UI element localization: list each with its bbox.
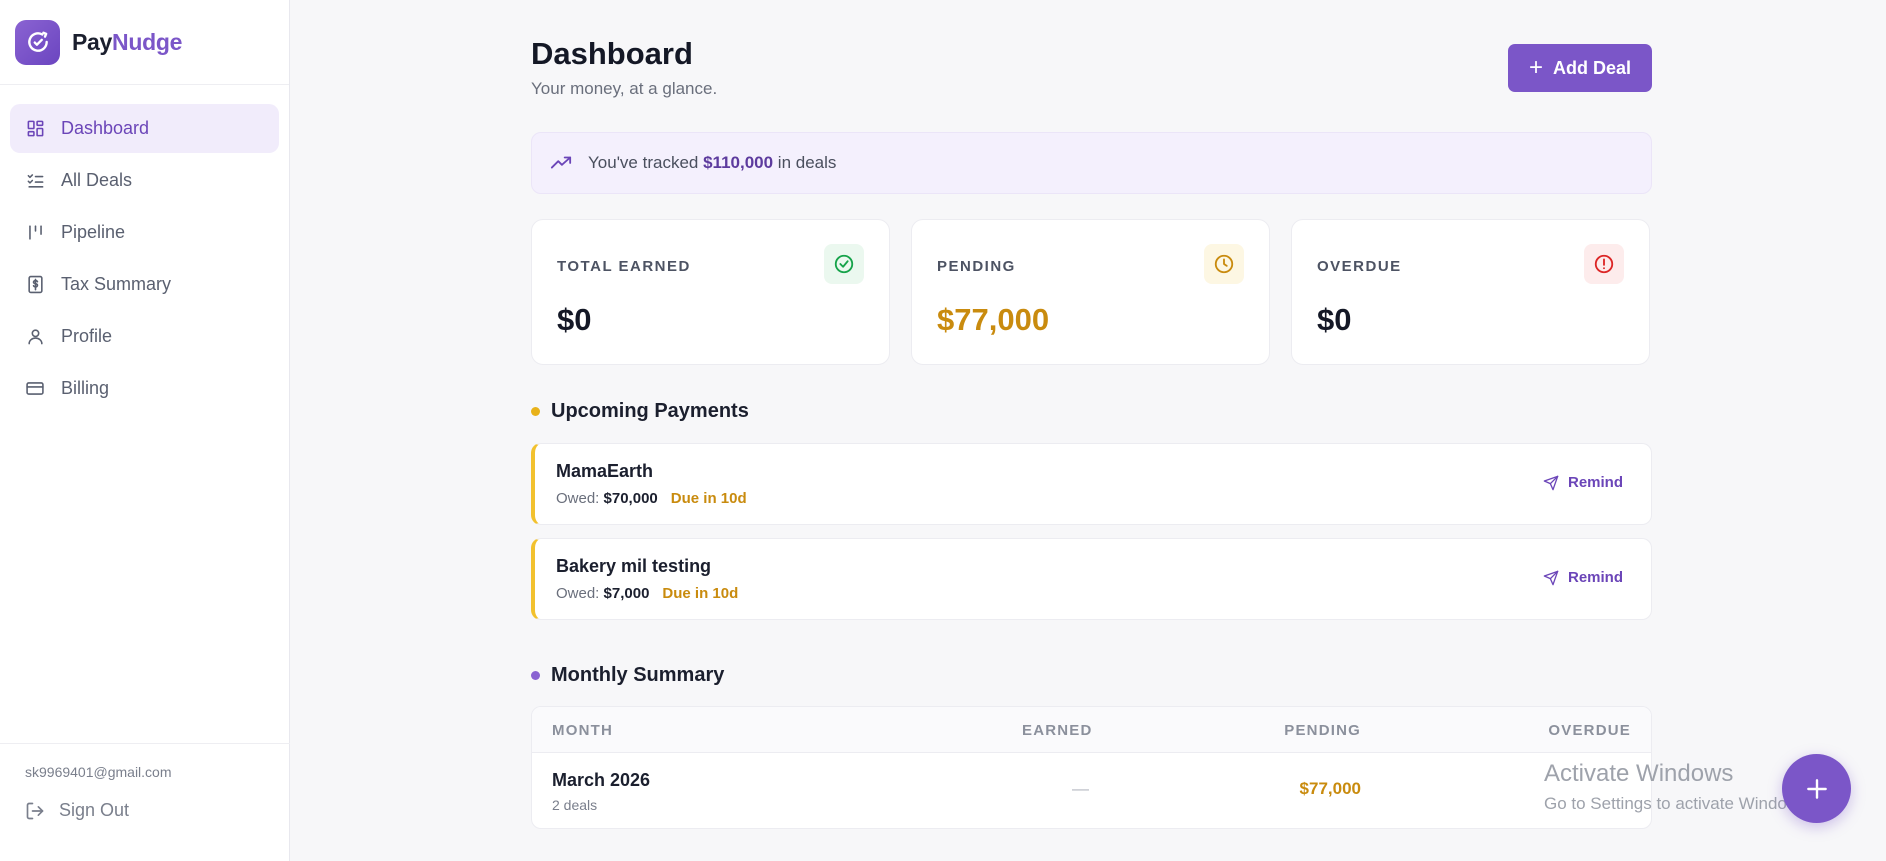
column-header-pending: PENDING (1284, 722, 1361, 739)
sidebar-item-tax-summary[interactable]: Tax Summary (10, 260, 279, 309)
remind-label: Remind (1567, 474, 1623, 491)
add-deal-label: Add Deal (1553, 57, 1632, 78)
stats-row: TOTAL EARNED $0 PENDING $77,000 OVERDUE … (531, 219, 1652, 365)
brand-name: PayNudge (72, 29, 182, 56)
payment-meta: Owed: $7,000 Due in 10d (556, 585, 738, 602)
sign-out-label: Sign Out (59, 800, 130, 820)
stat-card-overdue: OVERDUE $0 (1291, 219, 1650, 365)
log-out-icon (25, 801, 45, 821)
stat-label: TOTAL EARNED (557, 258, 691, 275)
monthly-summary-table: MONTH EARNED PENDING OVERDUE March 2026 … (531, 706, 1652, 829)
sidebar: PayNudge Dashboard All Deals Pipeline Ta… (0, 0, 290, 861)
add-deal-button[interactable]: + Add Deal (1508, 44, 1652, 92)
owed-label: Owed: (556, 490, 604, 507)
send-icon (1543, 570, 1559, 586)
sidebar-item-profile[interactable]: Profile (10, 312, 279, 361)
watermark-subtitle: Go to Settings to activate Windows. (1544, 794, 1813, 813)
row-month: March 2026 (552, 770, 651, 790)
stat-value: $0 (557, 302, 592, 337)
remind-button[interactable]: Remind (1543, 474, 1623, 491)
section-title-text: Upcoming Payments (551, 400, 749, 422)
stat-value: $0 (1317, 302, 1352, 337)
sidebar-nav: Dashboard All Deals Pipeline Tax Summary… (0, 85, 289, 413)
table-header: MONTH EARNED PENDING OVERDUE (532, 707, 1651, 753)
column-header-earned: EARNED (1022, 722, 1093, 739)
payment-name: Bakery mil testing (556, 556, 712, 576)
remind-button[interactable]: Remind (1543, 569, 1623, 586)
stat-card-pending: PENDING $77,000 (911, 219, 1270, 365)
sidebar-item-label: Profile (61, 326, 113, 346)
list-check-icon (25, 171, 45, 191)
column-header-overdue: OVERDUE (1548, 722, 1631, 739)
tracked-suffix: in deals (773, 153, 837, 172)
row-deal-count: 2 deals (552, 797, 598, 813)
floating-add-button[interactable] (1782, 754, 1851, 823)
table-row[interactable]: March 2026 2 deals — $77,000 (532, 753, 1651, 828)
payment-card: MamaEarth Owed: $70,000 Due in 10d Remind (531, 443, 1652, 525)
sidebar-item-all-deals[interactable]: All Deals (10, 156, 279, 205)
payment-name: MamaEarth (556, 461, 654, 481)
column-header-month: MONTH (552, 722, 613, 739)
due-badge: Due in 10d (662, 585, 739, 602)
payment-card: Bakery mil testing Owed: $7,000 Due in 10… (531, 538, 1652, 620)
main-content: Dashboard Your money, at a glance. + Add… (531, 0, 1652, 829)
plus-icon (1806, 778, 1827, 799)
section-dot (531, 407, 540, 416)
brand-name-pay: Pay (72, 28, 113, 55)
section-title-text: Monthly Summary (551, 664, 725, 686)
check-circle-icon (824, 244, 864, 284)
payment-meta: Owed: $70,000 Due in 10d (556, 490, 747, 507)
tracked-amount: $110,000 (703, 153, 774, 172)
sidebar-footer: sk9969401@gmail.com Sign Out (0, 743, 290, 861)
tracked-banner: You've tracked $110,000 in deals (531, 132, 1652, 194)
pipeline-icon (25, 223, 45, 243)
sidebar-item-pipeline[interactable]: Pipeline (10, 208, 279, 257)
watermark-title: Activate Windows (1544, 760, 1734, 787)
sidebar-item-billing[interactable]: Billing (10, 364, 279, 413)
page-subtitle: Your money, at a glance. (531, 79, 718, 98)
row-pending: $77,000 (1299, 779, 1361, 798)
sign-out-button[interactable]: Sign Out (25, 800, 290, 821)
page-header: Dashboard Your money, at a glance. + Add… (531, 0, 1652, 132)
page-title: Dashboard (531, 36, 693, 71)
user-email: sk9969401@gmail.com (25, 764, 172, 780)
clock-icon (1204, 244, 1244, 284)
stat-card-total-earned: TOTAL EARNED $0 (531, 219, 890, 365)
stat-label: PENDING (937, 258, 1016, 275)
row-earned: — (1072, 779, 1089, 798)
stat-label: OVERDUE (1317, 258, 1402, 275)
due-badge: Due in 10d (670, 490, 747, 507)
stat-value: $77,000 (937, 302, 1050, 337)
tracked-prefix: You've tracked (588, 153, 704, 172)
sidebar-item-label: All Deals (61, 170, 133, 190)
sidebar-item-label: Pipeline (61, 222, 126, 242)
trending-up-icon (550, 152, 572, 174)
brand[interactable]: PayNudge (0, 0, 289, 85)
owed-amount: $7,000 (603, 585, 650, 602)
activate-windows-watermark: Activate Windows Go to Settings to activ… (1544, 760, 1812, 814)
credit-card-icon (25, 379, 45, 399)
sidebar-item-label: Billing (61, 378, 110, 398)
sidebar-item-label: Tax Summary (61, 274, 172, 294)
owed-amount: $70,000 (603, 490, 658, 507)
receipt-dollar-icon (25, 275, 45, 295)
upcoming-payments-heading: Upcoming Payments (531, 400, 749, 423)
owed-label: Owed: (556, 585, 604, 602)
plus-icon: + (1528, 54, 1543, 81)
brand-name-nudge: Nudge (112, 28, 183, 55)
user-icon (25, 327, 45, 347)
monthly-summary-heading: Monthly Summary (531, 664, 724, 687)
send-icon (1543, 475, 1559, 491)
sidebar-item-dashboard[interactable]: Dashboard (10, 104, 279, 153)
paynudge-logo-icon (15, 19, 60, 65)
alert-circle-icon (1584, 244, 1624, 284)
sidebar-item-label: Dashboard (61, 118, 150, 138)
section-dot (531, 671, 540, 680)
dashboard-icon (25, 119, 45, 139)
remind-label: Remind (1567, 569, 1623, 586)
